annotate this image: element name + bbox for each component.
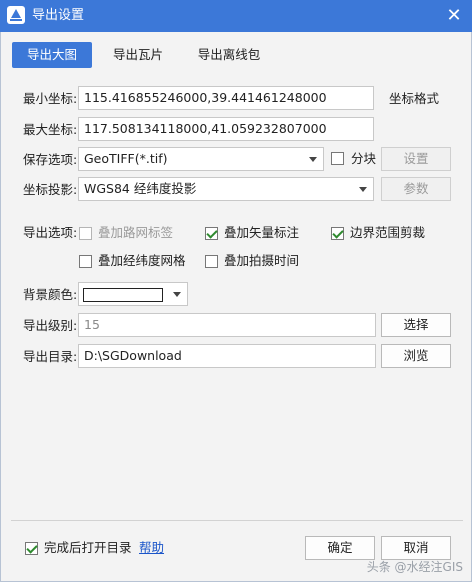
- projection-label: 坐标投影:: [23, 182, 78, 197]
- boundary-clip-label: 边界范围剪裁: [350, 225, 426, 240]
- overlay-road-labels-checkbox[interactable]: [79, 227, 92, 240]
- tab-export-image[interactable]: 导出大图: [12, 42, 92, 68]
- save-format-select[interactable]: GeoTIFF(*.tif): [78, 147, 324, 171]
- export-dir-label: 导出目录:: [23, 349, 78, 364]
- open-dir-checkbox[interactable]: [25, 542, 38, 555]
- chevron-down-icon: [309, 157, 317, 162]
- tab-export-tiles[interactable]: 导出瓦片: [101, 42, 175, 68]
- tile-label: 分块: [351, 151, 377, 166]
- chevron-down-icon: [173, 292, 181, 297]
- save-format-value: GeoTIFF(*.tif): [84, 151, 168, 166]
- help-link[interactable]: 帮助: [139, 540, 164, 556]
- export-level-input[interactable]: 15: [78, 313, 376, 337]
- select-level-button[interactable]: 选择: [381, 313, 451, 337]
- open-dir-label: 完成后打开目录: [44, 540, 132, 555]
- window-title: 导出设置: [32, 8, 85, 23]
- overlay-graticule-checkbox[interactable]: [79, 255, 92, 268]
- tile-checkbox[interactable]: [331, 152, 344, 165]
- max-coord-input[interactable]: 117.508134118000,41.059232807000: [78, 117, 374, 141]
- app-logo-icon: [7, 6, 25, 24]
- background-color-label: 背景颜色:: [23, 287, 78, 302]
- coord-format-label[interactable]: 坐标格式: [389, 91, 439, 107]
- export-level-label: 导出级别:: [23, 318, 78, 333]
- cancel-button[interactable]: 取消: [381, 536, 451, 560]
- export-options-label: 导出选项:: [23, 225, 78, 240]
- max-coord-label: 最大坐标:: [23, 122, 78, 137]
- overlay-vector-labels-label: 叠加矢量标注: [224, 225, 300, 240]
- background-color-swatch: [83, 288, 163, 302]
- min-coord-label: 最小坐标:: [23, 91, 78, 106]
- footer-divider: [11, 520, 463, 521]
- projection-select[interactable]: WGS84 经纬度投影: [78, 177, 374, 201]
- dialog-body: 导出大图 导出瓦片 导出离线包 最小坐标: 115.416855246000,3…: [0, 32, 472, 582]
- overlay-capture-time-checkbox[interactable]: [205, 255, 218, 268]
- projection-value: WGS84 经纬度投影: [84, 181, 197, 196]
- watermark-text: 头条 @水经注GIS: [366, 560, 463, 574]
- overlay-capture-time-label: 叠加拍摄时间: [224, 253, 300, 268]
- browse-button[interactable]: 浏览: [381, 344, 451, 368]
- settings-button[interactable]: 设置: [381, 147, 451, 171]
- min-coord-input[interactable]: 115.416855246000,39.441461248000: [78, 86, 374, 110]
- chevron-down-icon: [359, 187, 367, 192]
- overlay-vector-labels-checkbox[interactable]: [205, 227, 218, 240]
- export-dir-input[interactable]: D:\SGDownload: [78, 344, 376, 368]
- overlay-graticule-label: 叠加经纬度网格: [98, 253, 186, 268]
- title-bar: 导出设置 ✕: [0, 0, 472, 32]
- tab-export-offline-package[interactable]: 导出离线包: [183, 42, 275, 68]
- close-icon[interactable]: ✕: [440, 2, 468, 30]
- save-option-label: 保存选项:: [23, 152, 78, 167]
- overlay-road-labels-label: 叠加路网标签: [98, 225, 174, 240]
- params-button[interactable]: 参数: [381, 177, 451, 201]
- ok-button[interactable]: 确定: [305, 536, 375, 560]
- boundary-clip-checkbox[interactable]: [331, 227, 344, 240]
